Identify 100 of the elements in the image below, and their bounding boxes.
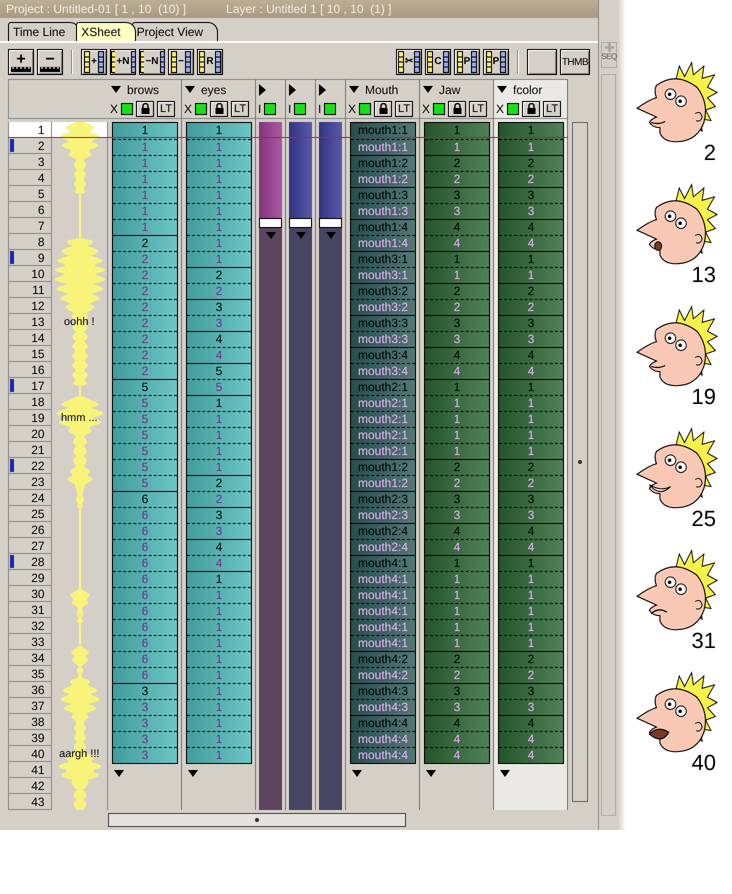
xsheet-cell[interactable]: mouth4:3 bbox=[351, 683, 415, 699]
xsheet-cell[interactable]: 2 bbox=[425, 651, 489, 667]
xsheet-cell[interactable]: 4 bbox=[499, 347, 563, 363]
xsheet-cell[interactable]: 1 bbox=[499, 411, 563, 427]
xsheet-cell[interactable]: 3 bbox=[425, 699, 489, 715]
xsheet-cell[interactable]: mouth1:4 bbox=[351, 235, 415, 251]
xsheet-cell[interactable]: 2 bbox=[113, 363, 177, 379]
xsheet-cell[interactable]: 1 bbox=[187, 731, 251, 747]
xsheet-cell[interactable]: 1 bbox=[187, 251, 251, 267]
frame-number[interactable]: 38 bbox=[8, 714, 52, 730]
xsheet-cell[interactable]: 6 bbox=[113, 491, 177, 507]
xsheet-cell[interactable]: 3 bbox=[499, 699, 563, 715]
xsheet-cell[interactable]: 1 bbox=[187, 443, 251, 459]
xsheet-cell[interactable]: 1 bbox=[113, 123, 177, 139]
frame-number[interactable]: 32 bbox=[8, 618, 52, 634]
expand-arrow-icon[interactable] bbox=[259, 84, 266, 96]
frame-number[interactable]: 31 bbox=[8, 602, 52, 618]
xsheet-cell[interactable]: mouth1:3 bbox=[351, 203, 415, 219]
xsheet-cell[interactable]: mouth2:1 bbox=[351, 443, 415, 459]
xsheet-cell[interactable]: 1 bbox=[425, 619, 489, 635]
frame-number[interactable]: 30 bbox=[8, 586, 52, 602]
lock-button[interactable] bbox=[136, 100, 154, 116]
visibility-toggle[interactable] bbox=[121, 102, 134, 114]
xsheet-cell[interactable]: mouth4:3 bbox=[351, 699, 415, 715]
xsheet-cell[interactable]: 1 bbox=[499, 555, 563, 571]
xsheet-cell[interactable]: 1 bbox=[187, 619, 251, 635]
xsheet-cell[interactable]: 1 bbox=[499, 443, 563, 459]
xsheet-cell[interactable]: 1 bbox=[187, 395, 251, 411]
xsheet-cell[interactable]: mouth3:4 bbox=[351, 363, 415, 379]
xsheet-cell[interactable]: 1 bbox=[113, 219, 177, 235]
xsheet-cell[interactable]: 1 bbox=[425, 379, 489, 395]
lock-button[interactable] bbox=[448, 100, 466, 116]
xsheet-cell[interactable]: 2 bbox=[187, 267, 251, 283]
xsheet-cell[interactable]: 1 bbox=[187, 427, 251, 443]
xsheet-cell[interactable]: 4 bbox=[187, 331, 251, 347]
xsheet-cell[interactable]: 4 bbox=[499, 235, 563, 251]
xsheet-cell[interactable]: 1 bbox=[425, 411, 489, 427]
xsheet-cell[interactable]: 3 bbox=[499, 491, 563, 507]
frame-number[interactable]: 9 bbox=[8, 250, 52, 266]
frame-number[interactable]: 2 bbox=[8, 138, 52, 154]
xsheet-cell[interactable]: 1 bbox=[187, 747, 251, 763]
caret-icon[interactable] bbox=[500, 770, 510, 777]
expand-arrow-icon[interactable] bbox=[319, 84, 326, 96]
xsheet-cell[interactable]: 4 bbox=[499, 523, 563, 539]
xsheet-cell[interactable]: 1 bbox=[499, 123, 563, 139]
frame-number[interactable]: 1 bbox=[8, 122, 52, 138]
xsheet-cell[interactable]: mouth2:3 bbox=[351, 507, 415, 523]
xsheet-cell[interactable]: 1 bbox=[187, 667, 251, 683]
empty-button[interactable] bbox=[527, 49, 557, 75]
xsheet-cell[interactable]: mouth1:1 bbox=[351, 123, 415, 139]
frame-number[interactable]: 16 bbox=[8, 362, 52, 378]
xsheet-cell[interactable]: 4 bbox=[425, 539, 489, 555]
xsheet-cell[interactable]: 3 bbox=[187, 523, 251, 539]
xsheet-cell[interactable]: mouth2:1 bbox=[351, 379, 415, 395]
xsheet-cell[interactable]: 1 bbox=[187, 603, 251, 619]
xsheet-cell[interactable]: 6 bbox=[113, 587, 177, 603]
lt-button[interactable]: LT bbox=[231, 100, 250, 116]
xsheet-cell[interactable]: 5 bbox=[113, 427, 177, 443]
column-button[interactable]: − bbox=[168, 49, 194, 75]
vertical-scrollbar[interactable] bbox=[572, 122, 588, 802]
xsheet-cell[interactable]: 5 bbox=[187, 363, 251, 379]
xsheet-cell[interactable]: 1 bbox=[187, 635, 251, 651]
xsheet-cell[interactable]: 1 bbox=[113, 155, 177, 171]
xsheet-cell[interactable]: 2 bbox=[499, 667, 563, 683]
column-button[interactable]: +N bbox=[110, 49, 136, 75]
caret-icon[interactable] bbox=[114, 770, 124, 777]
frame-number[interactable]: 36 bbox=[8, 682, 52, 698]
xsheet-cell[interactable]: 1 bbox=[425, 555, 489, 571]
xsheet-cell[interactable]: 1 bbox=[113, 203, 177, 219]
xsheet-cell[interactable]: 4 bbox=[425, 731, 489, 747]
xsheet-cell[interactable]: mouth2:1 bbox=[351, 427, 415, 443]
visibility-toggle[interactable] bbox=[359, 102, 372, 114]
xsheet-cell[interactable]: mouth4:1 bbox=[351, 603, 415, 619]
xsheet-cell[interactable]: 3 bbox=[425, 187, 489, 203]
xsheet-cell[interactable]: 3 bbox=[499, 331, 563, 347]
xsheet-cell[interactable]: 2 bbox=[425, 475, 489, 491]
xsheet-cell[interactable]: 1 bbox=[499, 587, 563, 603]
xsheet-cell[interactable]: 2 bbox=[187, 491, 251, 507]
xsheet-cell[interactable]: mouth1:2 bbox=[351, 475, 415, 491]
xsheet-cell[interactable]: 2 bbox=[499, 299, 563, 315]
layer-header[interactable]: Mouth X LT bbox=[346, 79, 419, 119]
range-handle[interactable] bbox=[289, 218, 312, 228]
xsheet-cell[interactable]: 3 bbox=[187, 507, 251, 523]
xsheet-cell[interactable]: mouth4:4 bbox=[351, 747, 415, 763]
column-button[interactable]: + bbox=[81, 49, 107, 75]
xsheet-cell[interactable]: 1 bbox=[499, 267, 563, 283]
xsheet-cell[interactable]: 2 bbox=[499, 171, 563, 187]
xsheet-cell[interactable]: 1 bbox=[425, 139, 489, 155]
xsheet-cell[interactable]: mouth1:2 bbox=[351, 155, 415, 171]
xsheet-cell[interactable]: 3 bbox=[425, 331, 489, 347]
visibility-toggle[interactable] bbox=[264, 102, 276, 114]
xsheet-cell[interactable]: 1 bbox=[499, 635, 563, 651]
xsheet-cell[interactable]: mouth4:1 bbox=[351, 571, 415, 587]
frame-number[interactable]: 14 bbox=[8, 330, 52, 346]
column-button[interactable]: P bbox=[454, 49, 480, 75]
xsheet-cell[interactable]: 1 bbox=[499, 571, 563, 587]
frame-number[interactable]: 6 bbox=[8, 202, 52, 218]
expand-arrow-icon[interactable] bbox=[289, 84, 296, 96]
lt-button[interactable]: LT bbox=[543, 100, 562, 116]
frame-number[interactable]: 13 bbox=[8, 314, 52, 330]
